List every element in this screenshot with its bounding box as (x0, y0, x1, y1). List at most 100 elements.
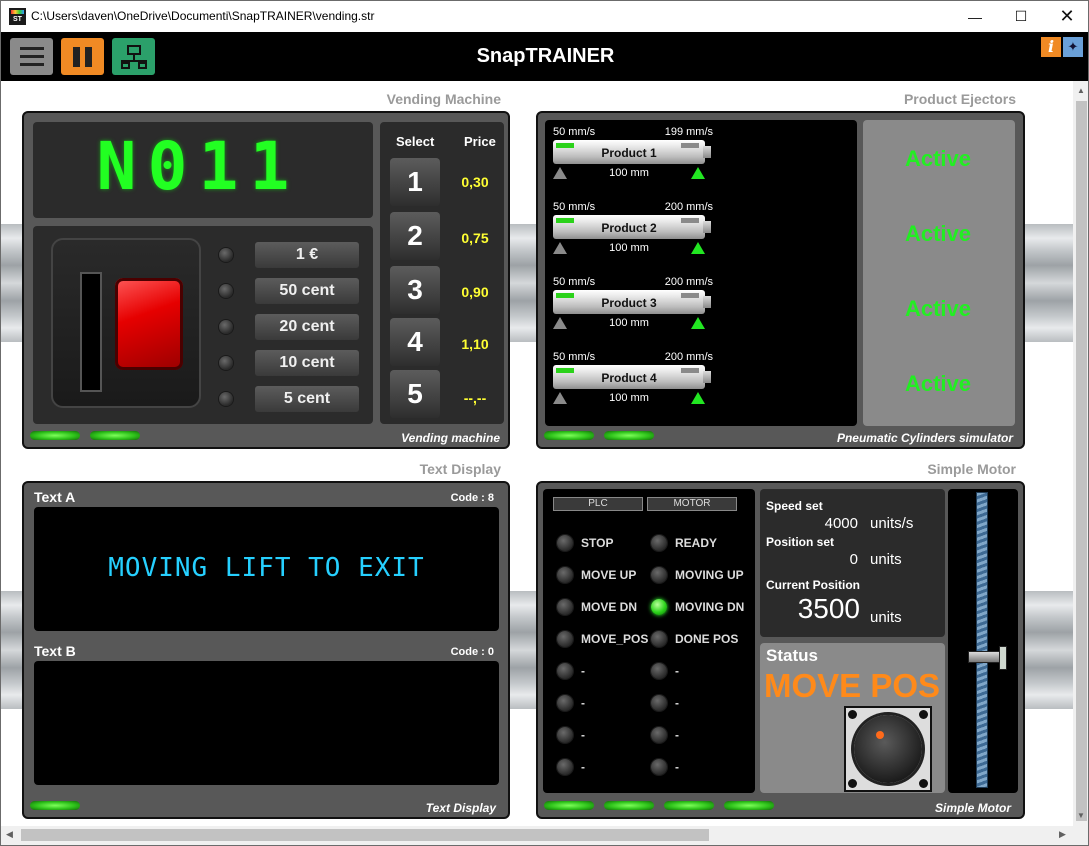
scroll-down-icon[interactable]: ▼ (1077, 811, 1085, 820)
motor-signal-label: - (675, 728, 679, 742)
horizontal-scrollbar[interactable]: ◀ ▶ (1, 826, 1073, 845)
coin-acceptor: 1 € 50 cent 20 cent 10 cent 5 cent (33, 226, 373, 424)
plc-signal-row[interactable]: MOVE DN (557, 599, 637, 615)
motor-signal-led (651, 727, 667, 743)
coin-button-5cent[interactable]: 5 cent (255, 386, 359, 412)
status-led (90, 431, 140, 440)
maximize-button[interactable]: ☐ (998, 1, 1044, 32)
close-button[interactable]: ✕ (1044, 1, 1088, 32)
vertical-scrollbar[interactable]: ▲ ▼ (1073, 81, 1088, 826)
status-led (30, 431, 80, 440)
current-position-label: Current Position (766, 578, 861, 592)
select-button-3[interactable]: 3 (390, 266, 440, 314)
plc-signal-label: - (581, 664, 585, 678)
extend-icon (691, 242, 705, 254)
app-toolbar: SnapTRAINER (1, 32, 1088, 81)
coin-return-button[interactable] (115, 278, 183, 370)
motor-signal-led (651, 535, 667, 551)
plc-signal-row[interactable]: STOP (557, 535, 613, 551)
retract-icon (553, 317, 567, 329)
minimize-icon: — (968, 8, 982, 25)
cylinder-body[interactable]: Product 1 (553, 140, 711, 164)
vending-panel: N011 1 € 50 cent 20 cent 10 cent 5 cent … (22, 111, 510, 449)
cylinder-body[interactable]: Product 3 (553, 290, 711, 314)
app-icon: ST (9, 8, 26, 25)
text-display-panel: Text A Code : 8 MOVING LIFT TO EXIT Text… (22, 481, 510, 819)
scroll-left-icon[interactable]: ◀ (6, 829, 13, 840)
cylinder-stroke: 100 mm (609, 392, 649, 404)
ejectors-title: Product Ejectors (903, 91, 1016, 107)
coin-button-1eur[interactable]: 1 € (255, 242, 359, 268)
cylinder-product-4: 50 mm/s 200 mm/s Product 4 100 mm (553, 351, 713, 404)
motor-signal-label: MOVING UP (675, 568, 744, 582)
status-led (544, 801, 594, 810)
select-button-5[interactable]: 5 (390, 370, 440, 418)
coin-led (219, 284, 233, 298)
select-header: Select (396, 134, 435, 149)
cylinder-area: 50 mm/s 199 mm/s Product 1 100 mm 50 mm/s… (545, 120, 857, 426)
status-led (604, 801, 654, 810)
text-display-footer: Text Display (425, 801, 496, 815)
plc-signal-row[interactable]: MOVE_POS (557, 631, 648, 647)
extend-icon (691, 317, 705, 329)
cylinder-label: Product 3 (601, 296, 657, 310)
segment-digit: N (96, 128, 137, 205)
pin-button[interactable]: ✦ (1063, 37, 1083, 57)
pin-icon: ✦ (1067, 39, 1079, 54)
cylinder-stroke: 100 mm (609, 167, 649, 179)
coin-button-50cent[interactable]: 50 cent (255, 278, 359, 304)
price-header: Price (464, 134, 496, 149)
price-5: --,-- (463, 390, 487, 406)
select-button-4[interactable]: 4 (390, 318, 440, 366)
vending-footer: Vending machine (401, 431, 500, 445)
plc-signal-row[interactable]: MOVE UP (557, 567, 636, 583)
coin-button-20cent[interactable]: 20 cent (255, 314, 359, 340)
text-display-title: Text Display (419, 461, 501, 477)
select-button-1[interactable]: 1 (390, 158, 440, 206)
plc-signal-row[interactable]: - (557, 663, 585, 679)
plc-signal-led (557, 727, 573, 743)
horizontal-scroll-thumb[interactable] (21, 829, 709, 841)
speed-value: 4000 (824, 515, 858, 532)
knob-icon (854, 715, 922, 783)
workspace: Vending Machine N011 1 € 50 cent 20 cent… (1, 81, 1073, 826)
motor-footer: Simple Motor (934, 801, 1011, 815)
cylinder-label: Product 4 (601, 371, 657, 385)
plc-signal-label: - (581, 760, 585, 774)
position-value: 0 (849, 551, 858, 568)
plc-signal-row[interactable]: - (557, 759, 585, 775)
cylinder-product-2: 50 mm/s 200 mm/s Product 2 100 mm (553, 201, 713, 254)
motor-signal-label: - (675, 760, 679, 774)
coin-button-10cent[interactable]: 10 cent (255, 350, 359, 376)
info-button[interactable]: i (1041, 37, 1061, 57)
screw-carriage (968, 646, 1007, 670)
segment-display: N011 (33, 122, 373, 218)
lead-screw (948, 489, 1018, 793)
plc-signal-led (557, 567, 573, 583)
scroll-up-icon[interactable]: ▲ (1077, 86, 1085, 95)
motor-signal-row: - (651, 759, 679, 775)
price-2: 0,75 (461, 230, 489, 246)
coin-led (219, 356, 233, 370)
cylinder-body[interactable]: Product 2 (553, 215, 711, 239)
plc-signal-label: STOP (581, 536, 614, 550)
ejector-state-3: Active (904, 296, 972, 321)
io-panel: PLC MOTOR STOP READY MOVE UP MOVING UP MOVE … (543, 489, 755, 793)
text-a-code: Code : 8 (450, 492, 494, 504)
extend-icon (691, 392, 705, 404)
coin-led (219, 248, 233, 262)
scroll-right-icon[interactable]: ▶ (1059, 829, 1066, 840)
ejector-state-2: Active (904, 221, 972, 246)
minimize-button[interactable]: — (952, 1, 998, 32)
cylinder-body[interactable]: Product 4 (553, 365, 711, 389)
speed-unit: units/s (870, 515, 914, 532)
retract-icon (553, 242, 567, 254)
select-button-2[interactable]: 2 (390, 212, 440, 260)
app-window: ST C:\Users\daven\OneDrive\Documenti\Sna… (0, 0, 1089, 846)
segment-digit: 1 (198, 128, 239, 205)
vertical-scroll-thumb[interactable] (1076, 101, 1087, 821)
motor-signal-label: READY (675, 536, 718, 550)
plc-signal-row[interactable]: - (557, 695, 585, 711)
plc-signal-row[interactable]: - (557, 727, 585, 743)
plc-signal-led (557, 663, 573, 679)
